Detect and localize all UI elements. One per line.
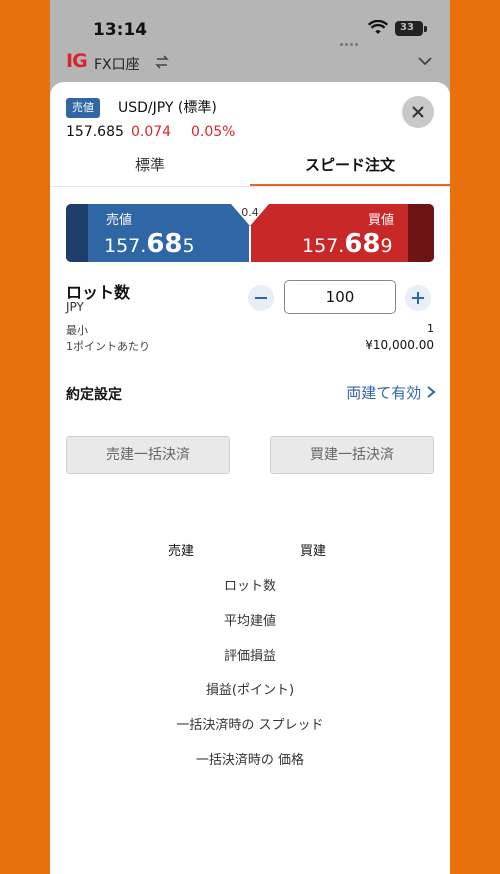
plus-icon [412, 292, 424, 304]
lot-unit: JPY [66, 300, 84, 314]
battery-icon: 33 [395, 21, 423, 36]
spread-divider [249, 226, 251, 262]
order-sheet: 売値 USD/JPY (標準) 157.685 0.074 0.05% 標準 ス… [50, 82, 450, 874]
buy-quote-price: 157.689 [302, 229, 393, 259]
swap-icon[interactable] [154, 54, 170, 70]
lot-quantity-input[interactable]: 100 [284, 280, 396, 314]
per-point-label: 1ポイントあたり [66, 340, 150, 353]
summary-row-unrealized-pl: 評価損益 [223, 649, 276, 664]
summary-row-close-spread: 一括決済時の スプレッド [176, 718, 324, 733]
signal-dots-icon [340, 31, 360, 46]
per-point-value: ¥10,000.00 [365, 338, 434, 352]
summary-sell-header: 売建 [168, 544, 195, 559]
decrement-button[interactable] [248, 285, 274, 311]
phone-screen: 13:14 33 IG FX口座 売値 USD/JPY (標準) 157.685… [50, 0, 450, 874]
battery-nub [424, 26, 427, 32]
summary-row-lots: ロット数 [223, 579, 276, 594]
increment-button[interactable] [405, 285, 431, 311]
chevron-down-icon[interactable] [417, 56, 433, 66]
sell-quote-label: 売値 [106, 213, 133, 228]
sell-price-head: 157. [104, 235, 147, 257]
summary-row-pl-points: 損益(ポイント) [205, 683, 295, 698]
instrument-price: 157.685 [66, 124, 124, 140]
close-icon [412, 106, 424, 118]
side-tag: 売値 [66, 98, 100, 118]
execution-settings-label: 約定設定 [66, 387, 122, 403]
sell-quote-price: 157.685 [104, 229, 195, 259]
summary-row-close-price: 一括決済時の 価格 [195, 753, 305, 768]
execution-settings-value: 両建て有効 [346, 384, 422, 402]
tab-divider [50, 186, 450, 187]
sell-price-pips: 68 [146, 229, 183, 259]
buy-quote-label: 買値 [367, 213, 394, 228]
spread-value: 0.4 [241, 206, 259, 219]
tab-standard[interactable]: 標準 [50, 152, 250, 184]
sell-edge [66, 204, 88, 262]
account-name: FX口座 [94, 57, 140, 73]
min-lot-label: 最小 [66, 324, 88, 337]
buy-price-tail: 9 [380, 235, 393, 257]
quote-row: 売値 買値 157.685 157.689 0.4 [66, 204, 434, 262]
ig-logo: IG [66, 50, 88, 72]
close-button[interactable] [402, 96, 434, 128]
summary-buy-header: 買建 [300, 544, 327, 559]
instrument-change: 0.074 [131, 124, 172, 140]
instrument-name: USD/JPY (標準) [118, 100, 217, 116]
close-all-sell-button[interactable]: 売建一括決済 [66, 436, 230, 474]
instrument-change-pct: 0.05% [191, 124, 236, 140]
summary-row-avg-price: 平均建値 [223, 614, 276, 629]
chevron-right-icon [427, 386, 436, 398]
tab-speed-order[interactable]: スピード注文 [250, 152, 450, 184]
min-lot-value: 1 [427, 322, 434, 335]
sell-price-tail: 5 [182, 235, 195, 257]
close-all-buy-button[interactable]: 買建一括決済 [270, 436, 434, 474]
battery-level: 33 [400, 22, 414, 33]
account-bar[interactable]: IG FX口座 [50, 48, 450, 76]
execution-settings-link[interactable]: 両建て有効 [346, 382, 436, 403]
wifi-icon [368, 20, 388, 34]
status-bar: 13:14 33 [50, 0, 450, 50]
minus-icon [255, 297, 267, 299]
buy-price-head: 157. [302, 235, 345, 257]
buy-price-pips: 68 [344, 229, 381, 259]
status-time: 13:14 [93, 20, 148, 40]
buy-edge [408, 204, 434, 262]
